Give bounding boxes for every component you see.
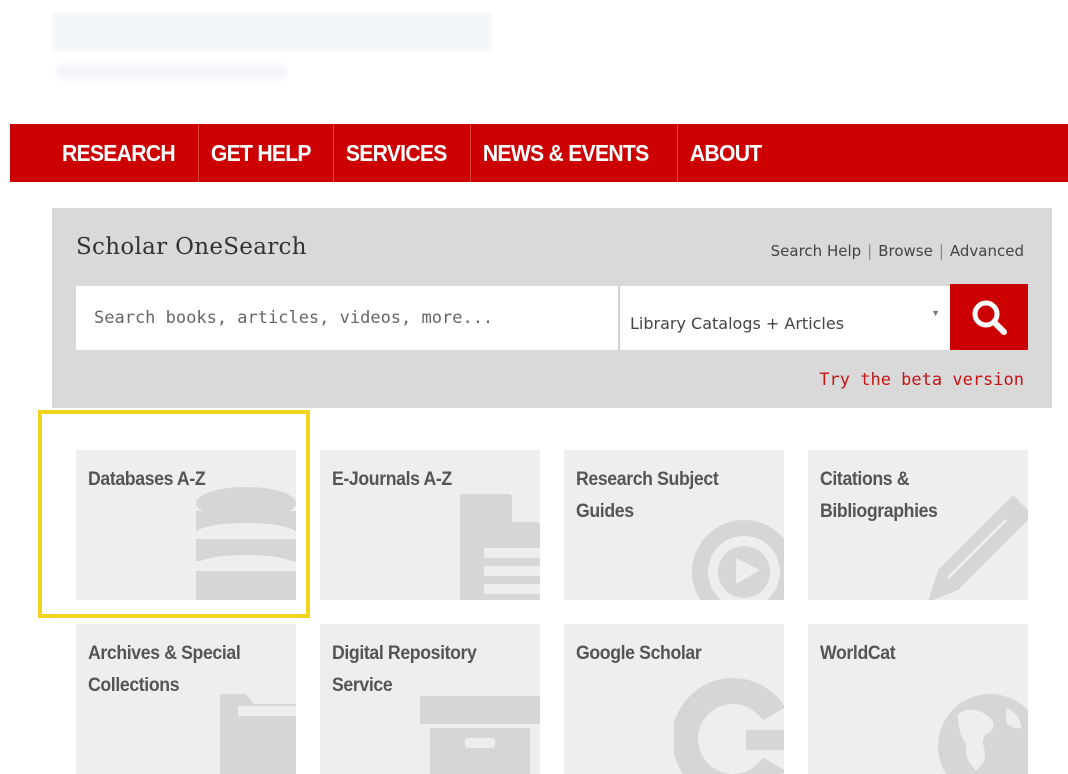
nav-services[interactable]: SERVICES <box>333 124 459 182</box>
tile-subject-guides[interactable]: Research Subject Guides <box>564 450 784 600</box>
dropdown-arrow-icon: ▼ <box>931 308 940 318</box>
advanced-link[interactable]: Advanced <box>950 242 1024 260</box>
search-input[interactable] <box>76 286 618 350</box>
scope-selected-value: Library Catalogs + Articles <box>630 314 845 333</box>
logo-wordmark <box>52 12 492 52</box>
search-help-link[interactable]: Search Help <box>771 242 862 260</box>
search-button[interactable] <box>950 284 1028 350</box>
tile-label: E-Journals A-Z <box>332 469 452 490</box>
link-separator: | <box>938 242 944 260</box>
tile-label: Archives & Special Collections <box>88 643 241 696</box>
search-box <box>76 286 618 350</box>
tile-label: Citations & Bibliographies <box>820 469 938 522</box>
tile-google-scholar[interactable]: Google Scholar <box>564 624 784 774</box>
beta-version-link[interactable]: Try the beta version <box>819 370 1024 390</box>
search-icon <box>972 300 1007 335</box>
nav-research[interactable]: RESEARCH <box>62 124 187 182</box>
document-icon <box>460 494 540 600</box>
tile-digital-repository[interactable]: Digital Repository Service <box>320 624 540 774</box>
onesearch-panel: Scholar OneSearch Search Help | Browse | Adv… <box>52 208 1052 408</box>
tile-label: Research Subject Guides <box>576 469 719 522</box>
globe-icon <box>938 694 1028 774</box>
nav-get-help[interactable]: GET HELP <box>197 124 323 182</box>
tile-ejournals[interactable]: E-Journals A-Z <box>320 450 540 600</box>
search-links: Search Help | Browse | Advanced <box>771 242 1024 260</box>
tile-label: Google Scholar <box>576 643 702 664</box>
highlight-box <box>38 410 310 618</box>
search-title: Scholar OneSearch <box>76 234 307 260</box>
tile-label: Digital Repository Service <box>332 643 477 696</box>
tile-archives[interactable]: Archives & Special Collections <box>76 624 296 774</box>
main-nav-bar: RESEARCH GET HELP SERVICES NEWS & EVENTS… <box>10 124 1068 182</box>
nav-news-events[interactable]: NEWS & EVENTS <box>469 124 660 182</box>
tile-worldcat[interactable]: WorldCat <box>808 624 1028 774</box>
site-logo[interactable] <box>52 10 502 80</box>
link-separator: | <box>867 242 873 260</box>
nav-about[interactable]: ABOUT <box>676 124 773 182</box>
scope-select[interactable]: Library Catalogs + Articles ▼ <box>619 286 950 350</box>
tile-citations[interactable]: Citations & Bibliographies <box>808 450 1028 600</box>
google-g-icon <box>674 678 784 774</box>
browse-link[interactable]: Browse <box>878 242 933 260</box>
logo-tagline <box>56 64 286 80</box>
tile-label: WorldCat <box>820 643 896 664</box>
